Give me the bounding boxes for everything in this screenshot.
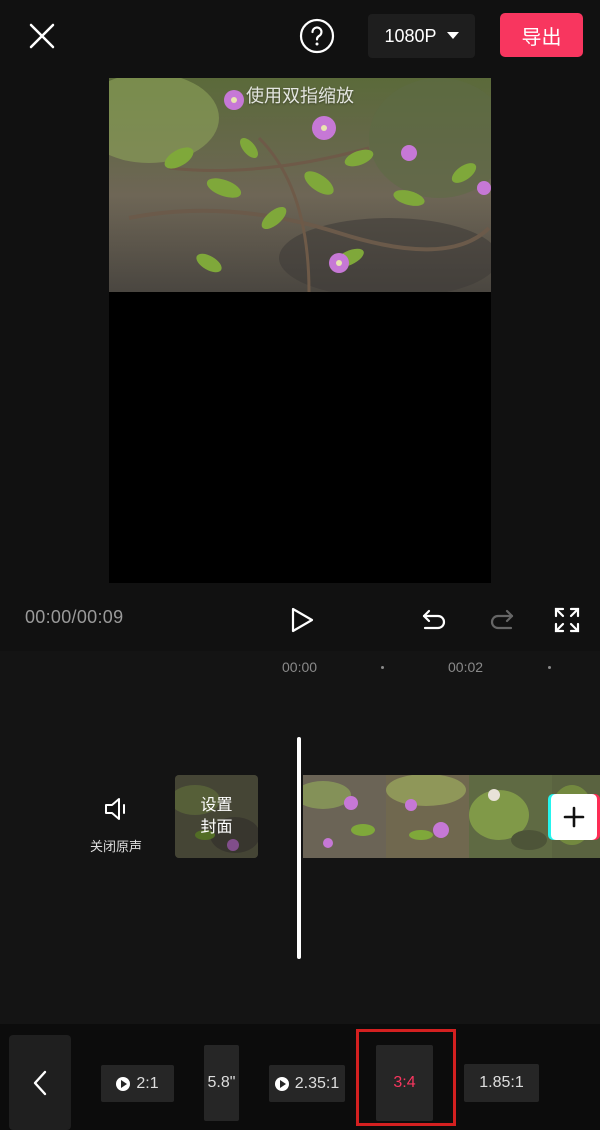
redo-icon [490,609,514,630]
play-icon [291,607,314,633]
speaker-icon [105,798,125,820]
set-cover-button[interactable]: 设置 封面 [175,775,258,858]
timeline-panel[interactable]: 00:00 00:02 关闭原声 设置 封面 [0,651,600,1024]
playback-controls: 00:00/00:09 [0,590,600,650]
ruler-tick [381,666,384,669]
ratio-option-5-8[interactable]: 5.8" [204,1045,239,1121]
cover-label: 设置 封面 [175,775,258,858]
playhead[interactable] [297,737,301,959]
caret-down-icon [446,32,459,39]
ratio-option-2-35-1[interactable]: 2.35:1 [269,1065,345,1102]
plus-icon [563,806,585,828]
play-badge-icon [274,1076,289,1091]
ratio-label: 1.85:1 [479,1074,524,1091]
fullscreen-button[interactable] [548,600,586,640]
close-button[interactable] [20,14,64,58]
help-button[interactable] [298,17,336,55]
back-button[interactable] [9,1035,71,1130]
export-button[interactable]: 导出 [500,13,583,57]
ratio-label: 2:1 [136,1074,159,1092]
aspect-ratio-bar: 2:1 5.8" 2.35:1 3:4 1.85:1 [0,1024,600,1130]
pinch-zoom-hint: 使用双指缩放 [246,86,354,106]
ratio-option-1-85-1[interactable]: 1.85:1 [464,1064,539,1102]
export-label: 导出 [521,26,562,49]
resolution-label: 1080P [384,25,437,46]
play-badge-icon [116,1076,131,1091]
preview-video-frame [109,78,491,292]
undo-icon [422,609,446,630]
fullscreen-icon [554,607,580,633]
close-icon [29,23,55,49]
ratio-label: 5.8" [207,1074,236,1091]
top-bar: 1080P 导出 [0,0,600,72]
help-icon [299,18,335,54]
redo-button[interactable] [484,600,520,640]
play-button[interactable] [283,600,321,640]
mute-audio-button[interactable]: 关闭原声 [80,794,152,856]
ruler-time-label: 00:00 [282,659,318,675]
time-display: 00:00/00:09 [25,607,124,627]
add-clip-button[interactable] [551,794,597,840]
ratio-label: 2.35:1 [294,1074,340,1092]
clip-thumbnail [386,775,469,858]
ruler-time-label: 00:02 [448,659,484,675]
chevron-left-icon [33,1070,47,1095]
clip-thumbnail [469,775,552,858]
clip-thumbnail [303,775,386,858]
ruler-tick [548,666,551,669]
resolution-dropdown[interactable]: 1080P [368,14,475,58]
mute-label: 关闭原声 [89,839,142,854]
selection-highlight-box [356,1029,456,1126]
undo-button[interactable] [416,600,452,640]
ratio-option-2-1[interactable]: 2:1 [101,1065,174,1102]
video-preview[interactable]: 使用双指缩放 [109,78,491,583]
